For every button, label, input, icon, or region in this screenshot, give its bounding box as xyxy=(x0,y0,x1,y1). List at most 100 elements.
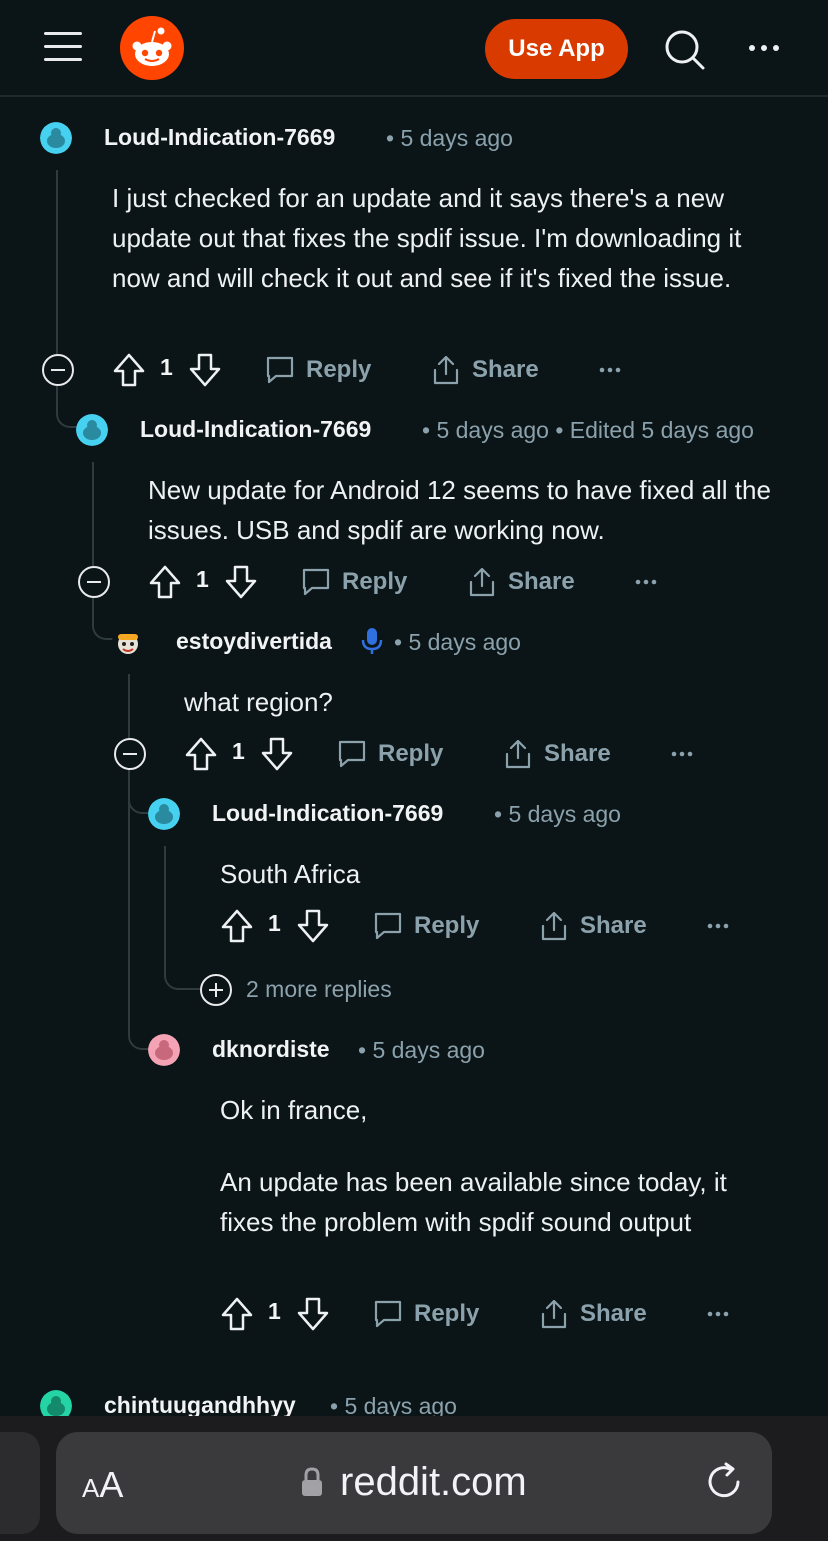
more-replies-link[interactable]: 2 more replies xyxy=(246,976,392,1003)
comment-author[interactable]: Loud-Indication-7669 xyxy=(212,800,443,827)
lock-icon xyxy=(300,1466,324,1498)
menu-icon[interactable] xyxy=(44,30,84,64)
vote-count: 1 xyxy=(268,1298,281,1324)
upvote-icon[interactable] xyxy=(112,352,146,388)
downvote-icon[interactable] xyxy=(296,908,330,944)
vote-count: 1 xyxy=(268,910,281,936)
comment-author[interactable]: Loud-Indication-7669 xyxy=(140,416,371,443)
comment-body: what region? xyxy=(184,687,333,717)
avatar[interactable] xyxy=(76,414,108,446)
reply-label: Reply xyxy=(414,1300,480,1327)
upvote-icon[interactable] xyxy=(220,908,254,944)
avatar[interactable] xyxy=(112,626,144,658)
more-actions-icon[interactable] xyxy=(704,906,734,946)
reload-icon[interactable] xyxy=(700,1458,748,1506)
reply-label: Reply xyxy=(378,740,444,767)
reply-button[interactable]: Reply xyxy=(300,562,407,602)
reply-label: Reply xyxy=(306,356,372,383)
thread-line xyxy=(128,674,130,738)
upvote-icon[interactable] xyxy=(220,1296,254,1332)
share-icon xyxy=(433,355,459,385)
comment-actions: 1 Reply Share xyxy=(148,562,668,602)
upvote-icon[interactable] xyxy=(148,564,182,600)
comment-actions: 1 Reply Share xyxy=(220,906,740,946)
voice-mic-icon xyxy=(360,626,384,656)
downvote-icon[interactable] xyxy=(224,564,258,600)
share-button[interactable]: Share xyxy=(538,906,647,946)
avatar[interactable] xyxy=(148,1034,180,1066)
share-icon xyxy=(469,567,495,597)
text-size-button[interactable]: AA xyxy=(82,1464,123,1506)
share-icon xyxy=(505,739,531,769)
address-bar[interactable]: AA reddit.com xyxy=(56,1432,772,1534)
thread-connector xyxy=(56,386,78,428)
reddit-logo[interactable] xyxy=(120,16,184,80)
thread-connector xyxy=(92,598,114,640)
upvote-icon[interactable] xyxy=(184,736,218,772)
comment-timestamp: • 5 days ago • Edited 5 days ago xyxy=(422,417,754,443)
reply-label: Reply xyxy=(414,912,480,939)
comment-timestamp: • 5 days ago xyxy=(394,629,521,655)
more-options-icon[interactable] xyxy=(740,30,788,66)
reply-icon xyxy=(374,1300,402,1328)
downvote-icon[interactable] xyxy=(260,736,294,772)
reply-button[interactable]: Reply xyxy=(336,734,443,774)
comment-timestamp: • 5 days ago xyxy=(358,1037,485,1063)
previous-tab[interactable] xyxy=(0,1432,40,1534)
comment-author[interactable]: chintuugandhhyy xyxy=(104,1392,296,1419)
collapse-thread-button[interactable] xyxy=(114,738,146,770)
browser-toolbar: AA reddit.com xyxy=(0,1416,828,1541)
vote-count: 1 xyxy=(232,738,245,764)
vote-count: 1 xyxy=(196,566,209,592)
share-label: Share xyxy=(580,1300,647,1327)
comment-timestamp: • 5 days ago xyxy=(386,125,513,151)
more-actions-icon[interactable] xyxy=(596,350,626,390)
vote-count: 1 xyxy=(160,354,173,380)
share-button[interactable]: Share xyxy=(466,562,575,602)
reply-button[interactable]: Reply xyxy=(372,906,479,946)
reply-icon xyxy=(374,912,402,940)
share-button[interactable]: Share xyxy=(430,350,539,390)
use-app-button[interactable]: Use App xyxy=(485,19,628,79)
downvote-icon[interactable] xyxy=(188,352,222,388)
share-label: Share xyxy=(472,356,539,383)
comment-actions: 1 Reply Share xyxy=(184,734,704,774)
avatar[interactable] xyxy=(40,122,72,154)
reply-icon xyxy=(302,568,330,596)
comment-timestamp: • 5 days ago xyxy=(494,801,621,827)
expand-replies-icon[interactable] xyxy=(200,974,232,1006)
collapse-thread-button[interactable] xyxy=(78,566,110,598)
share-label: Share xyxy=(544,740,611,767)
downvote-icon[interactable] xyxy=(296,1296,330,1332)
share-label: Share xyxy=(580,912,647,939)
comment-author[interactable]: Loud-Indication-7669 xyxy=(104,124,335,151)
more-actions-icon[interactable] xyxy=(704,1294,734,1334)
comment-body: I just checked for an update and it says… xyxy=(112,183,742,293)
reply-icon xyxy=(338,740,366,768)
reply-button[interactable]: Reply xyxy=(264,350,371,390)
url-text: reddit.com xyxy=(340,1460,527,1504)
comment-body-paragraph: An update has been available since today… xyxy=(220,1167,727,1237)
share-button[interactable]: Share xyxy=(538,1294,647,1334)
thread-line xyxy=(56,170,58,354)
more-actions-icon[interactable] xyxy=(668,734,698,774)
avatar[interactable] xyxy=(148,798,180,830)
share-button[interactable]: Share xyxy=(502,734,611,774)
reply-icon xyxy=(266,356,294,384)
top-app-bar: Use App xyxy=(0,0,828,97)
share-label: Share xyxy=(508,568,575,595)
comment-body-paragraph: Ok in france, xyxy=(220,1095,368,1125)
comment-actions: 1 Reply Share xyxy=(112,350,632,390)
thread-line xyxy=(92,462,94,566)
reply-button[interactable]: Reply xyxy=(372,1294,479,1334)
comment-body: New update for Android 12 seems to have … xyxy=(148,475,771,545)
collapse-thread-button[interactable] xyxy=(42,354,74,386)
search-icon[interactable] xyxy=(660,26,708,74)
comment-author[interactable]: dknordiste xyxy=(212,1036,330,1063)
thread-connector xyxy=(128,790,150,1050)
comment-author[interactable]: estoydivertida xyxy=(176,628,332,655)
more-actions-icon[interactable] xyxy=(632,562,662,602)
share-icon xyxy=(541,1299,567,1329)
reply-label: Reply xyxy=(342,568,408,595)
share-icon xyxy=(541,911,567,941)
